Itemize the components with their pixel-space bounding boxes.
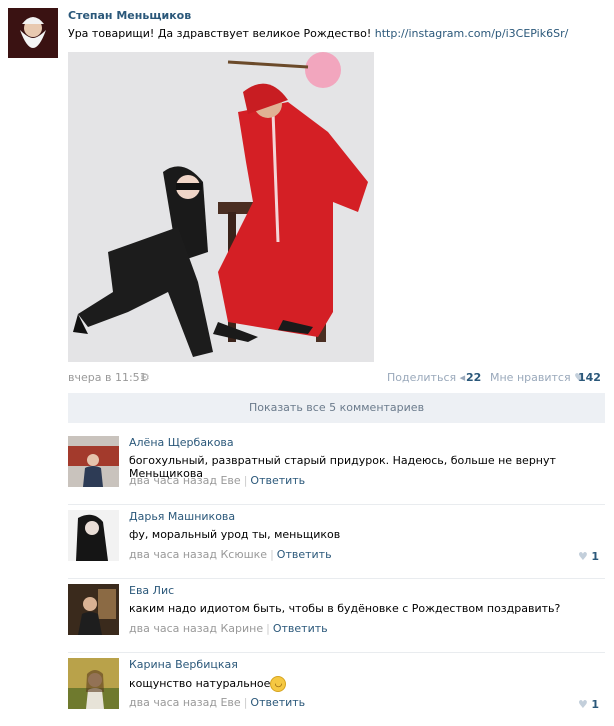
author-avatar[interactable]: [8, 8, 58, 58]
comment: Дарья Машникова фу, моральный урод ты, м…: [68, 508, 605, 579]
commenter-name[interactable]: Дарья Машникова: [129, 510, 235, 523]
comment-time[interactable]: два часа назад Еве: [129, 474, 241, 487]
reply-button[interactable]: Ответить: [250, 696, 305, 709]
separator: |: [243, 696, 248, 709]
commenter-avatar[interactable]: [68, 436, 119, 487]
comment-like-button[interactable]: ♥ 1: [578, 698, 599, 711]
gear-icon[interactable]: ⚙: [140, 371, 150, 384]
separator: |: [266, 622, 270, 635]
separator: |: [243, 474, 248, 487]
show-all-comments-button[interactable]: Показать все 5 комментариев: [68, 393, 605, 423]
smile-emoji-icon: ◡: [270, 676, 287, 692]
comment-text-content: кощунство натуральное: [129, 677, 271, 690]
comment: Алёна Щербакова богохульный, развратный …: [68, 434, 605, 505]
comment-time[interactable]: два часа назад Еве: [129, 696, 241, 709]
commenter-avatar[interactable]: [68, 510, 119, 561]
post-photo[interactable]: [68, 52, 374, 362]
comment: Карина Вербицкая кощунство натуральное ◡ …: [68, 656, 605, 726]
comment-text: фу, моральный урод ты, меньщиков: [129, 528, 341, 541]
like-count: 142: [578, 371, 601, 384]
reply-button[interactable]: Ответить: [277, 548, 332, 561]
post-text: Ура товарищи! Да здравствует великое Рож…: [68, 27, 598, 40]
megaphone-icon: ◂: [459, 371, 466, 384]
comment-meta: два часа назад Карине | Ответить: [129, 622, 328, 635]
comment-text: каким надо идиотом быть, чтобы в будёнов…: [129, 602, 561, 615]
post-link[interactable]: http://instagram.com/p/i3CEPik6Sr/: [375, 27, 569, 40]
share-label: Поделиться: [387, 371, 457, 384]
reply-button[interactable]: Ответить: [250, 474, 305, 487]
commenter-name[interactable]: Ева Лис: [129, 584, 174, 597]
comment-like-button[interactable]: ♥ 1: [578, 550, 599, 563]
commenter-name[interactable]: Карина Вербицкая: [129, 658, 238, 671]
comment-meta: два часа назад Еве | Ответить: [129, 474, 305, 487]
comment-meta: два часа назад Еве | Ответить: [129, 696, 305, 709]
share-button[interactable]: Поделиться ◂: [387, 371, 465, 384]
heart-icon: ♥: [577, 550, 588, 563]
like-label: Мне нравится: [490, 371, 571, 384]
comment-time[interactable]: два часа назад Карине: [129, 622, 263, 635]
comment-text: кощунство натуральное ◡: [129, 676, 599, 692]
commenter-avatar[interactable]: [68, 658, 119, 709]
post-meta: вчера в 11:51 ⚙ Поделиться ◂ 22 Мне нрав…: [68, 371, 601, 385]
separator: |: [270, 548, 274, 561]
comment-meta: два часа назад Ксюшке | Ответить: [129, 548, 332, 561]
commenter-avatar[interactable]: [68, 584, 119, 635]
wall-post: Степан Меньщиков Ура товарищи! Да здравс…: [0, 0, 614, 717]
commenter-name[interactable]: Алёна Щербакова: [129, 436, 234, 449]
post-message: Ура товарищи! Да здравствует великое Рож…: [68, 27, 372, 40]
comment: Ева Лис каким надо идиотом быть, чтобы в…: [68, 582, 605, 653]
comment-like-count: 1: [591, 698, 599, 711]
comment-like-count: 1: [591, 550, 599, 563]
comment-time[interactable]: два часа назад Ксюшке: [129, 548, 267, 561]
author-name[interactable]: Степан Меньщиков: [68, 9, 191, 22]
reply-button[interactable]: Ответить: [273, 622, 328, 635]
heart-icon: ♥: [577, 698, 588, 711]
post-date[interactable]: вчера в 11:51: [68, 371, 147, 384]
like-button[interactable]: Мне нравится ♥: [490, 371, 584, 384]
share-count: 22: [466, 371, 482, 384]
